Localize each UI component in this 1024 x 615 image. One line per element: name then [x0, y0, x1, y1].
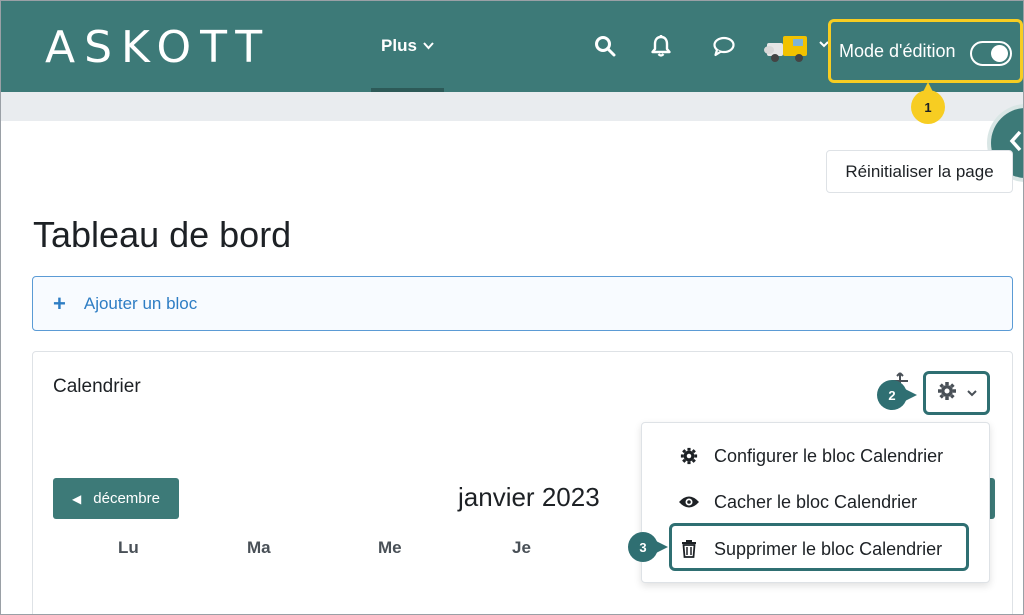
chevron-down-icon	[966, 384, 977, 402]
callout-1: 1	[911, 82, 945, 124]
chevron-down-icon	[423, 39, 434, 53]
callout-2: 2	[877, 380, 917, 410]
menu-item-label: Configurer le bloc Calendrier	[714, 445, 944, 466]
day-name: Je	[512, 538, 531, 557]
avatar[interactable]	[763, 28, 813, 68]
nav-more-menu[interactable]: Plus	[371, 1, 444, 92]
chat-icon[interactable]	[711, 33, 737, 59]
eye-icon	[678, 491, 700, 513]
day-name: Lu	[118, 538, 139, 557]
edit-mode-label: Mode d'édition	[839, 40, 956, 61]
previous-month-button[interactable]: ◀ décembre	[53, 478, 179, 519]
delete-highlight-box	[669, 523, 969, 571]
arrow-left-icon: ◀	[72, 491, 82, 506]
page-title: Tableau de bord	[33, 214, 292, 255]
search-icon[interactable]	[592, 33, 618, 59]
menu-item-label: Cacher le bloc Calendrier	[714, 491, 918, 512]
day-name: Me	[378, 538, 402, 557]
previous-month-label: décembre	[93, 490, 160, 507]
plus-icon: +	[53, 290, 66, 316]
add-block-button[interactable]: + Ajouter un bloc	[32, 276, 1013, 331]
reset-page-button[interactable]: Réinitialiser la page	[826, 150, 1013, 193]
menu-item-hide[interactable]: Cacher le bloc Calendrier	[642, 484, 991, 520]
top-navbar: ASKOTT Plus Mode d'édition	[1, 1, 1023, 92]
gear-icon	[937, 381, 957, 406]
site-logo[interactable]: ASKOTT	[45, 22, 271, 73]
bell-icon[interactable]	[648, 33, 674, 59]
add-block-label: Ajouter un bloc	[83, 293, 198, 313]
menu-item-configure[interactable]: Configurer le bloc Calendrier	[642, 438, 991, 474]
block-actions-button[interactable]	[923, 371, 990, 415]
day-names-row: Lu Ma Me Je	[53, 538, 653, 558]
nav-more-label: Plus	[381, 35, 417, 55]
switch-knob	[991, 45, 1008, 62]
edit-mode-switch[interactable]	[970, 41, 1012, 66]
current-month: janvier 2023	[458, 482, 600, 512]
edit-mode-toggle-area[interactable]: Mode d'édition	[828, 19, 1023, 83]
block-title: Calendrier	[53, 376, 141, 397]
day-name: Ma	[247, 538, 271, 557]
callout-3: 3	[628, 532, 668, 562]
gear-icon	[678, 445, 700, 467]
browser-frame: ASKOTT Plus Mode d'édition 1 Réinitialis…	[0, 0, 1024, 615]
header-shadow-strip	[1, 92, 1023, 121]
